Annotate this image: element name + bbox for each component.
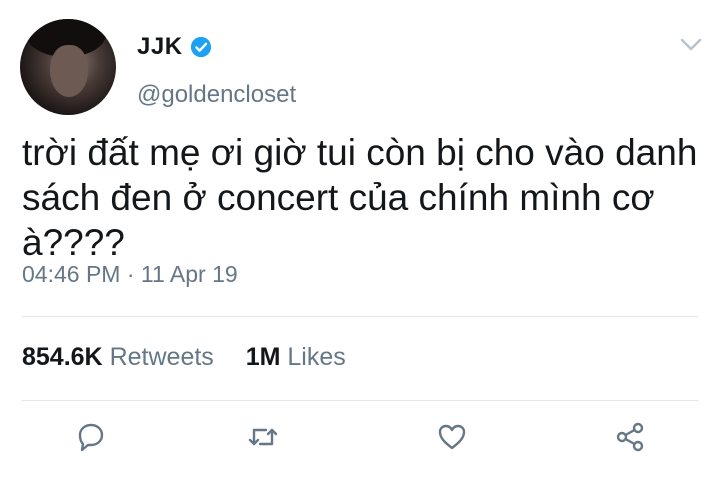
avatar[interactable] — [20, 19, 116, 115]
share-button[interactable] — [613, 420, 647, 459]
chevron-down-icon[interactable] — [679, 36, 703, 54]
tweet-date: 11 Apr 19 — [140, 261, 238, 287]
divider — [22, 400, 698, 401]
likes-count: 1M — [245, 343, 281, 371]
tweet-text: trời đất mẹ ơi giờ tui còn bị cho vào da… — [22, 132, 698, 263]
retweets-stat[interactable]: 854.6K Retweets — [22, 343, 214, 371]
like-button[interactable] — [435, 420, 469, 459]
author-name-row: JJK — [137, 33, 212, 61]
author-name[interactable]: JJK — [137, 33, 183, 61]
reply-icon — [78, 423, 104, 452]
retweets-label: Retweets — [109, 343, 214, 371]
share-icon — [616, 422, 644, 452]
likes-stat[interactable]: 1M Likes — [246, 343, 346, 371]
divider — [22, 316, 698, 317]
avatar-face — [50, 45, 88, 97]
reply-button[interactable] — [74, 420, 108, 459]
verified-badge-icon — [190, 36, 211, 58]
retweet-icon — [248, 428, 278, 446]
retweets-count: 854.6K — [22, 343, 103, 371]
retweet-button[interactable] — [246, 420, 280, 459]
author-handle[interactable]: @goldencloset — [137, 81, 296, 109]
engagement-stats: 854.6K Retweets 1M Likes — [22, 343, 346, 372]
likes-label: Likes — [287, 343, 346, 371]
tweet-timestamp[interactable]: 04:46 PM · 11 Apr 19 — [22, 261, 238, 288]
like-icon — [438, 424, 466, 450]
timestamp-separator: · — [126, 261, 135, 287]
tweet-time: 04:46 PM — [22, 261, 121, 287]
